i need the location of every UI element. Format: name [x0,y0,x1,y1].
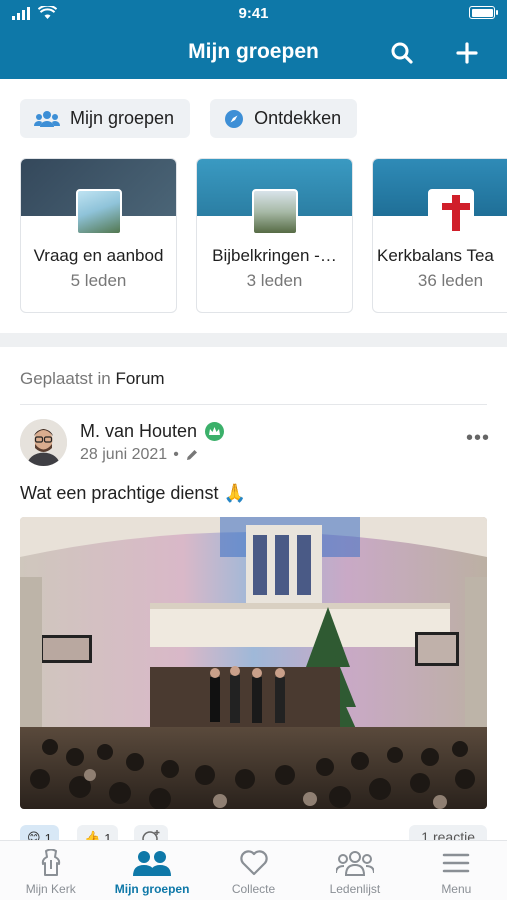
group-name: Kerkbalans Tea [377,246,494,265]
tab-discover-label: Ontdekken [254,108,342,128]
group-thumbnail [427,189,474,235]
nav-label: Ledenlijst [329,882,381,896]
group-member-count: 5 leden [70,271,127,290]
group-carousel: Vraag en aanbod 5 leden Bijbelkringen -…… [20,158,507,313]
group-card[interactable]: Bijbelkringen -… 3 leden [196,158,353,313]
nav-label: Collecte [231,882,276,896]
post-text: Wat een prachtige dienst 🙏 [20,483,246,503]
section-divider [0,333,507,347]
post-date: 28 juni 2021 [80,446,168,463]
group-member-count: 36 leden [417,271,484,290]
tab-my-groups-label: Mijn groepen [70,108,175,128]
nav-label: Mijn groepen [114,882,190,896]
heart-icon [239,850,268,876]
group-thumbnail [251,189,298,235]
nav-label: Mijn Kerk [25,882,76,896]
post-author[interactable]: M. van Houten [80,421,225,442]
page-title: Mijn groepen [188,40,319,63]
author-name: M. van Houten [80,421,198,441]
battery-icon [469,6,498,19]
group-tabs: Mijn groepen Ontdekken [20,99,358,138]
members-icon [335,851,374,876]
nav-collection[interactable]: Collecte [203,841,304,900]
group-card[interactable]: Vraag en aanbod 5 leden [20,158,177,313]
groups-icon [133,851,172,876]
bottom-nav: Mijn Kerk Mijn groepen Collecte Ledenlij… [0,840,507,900]
meta-separator: • [173,446,179,463]
group-thumbnail [75,189,122,235]
hamburger-icon [443,853,470,873]
group-card[interactable]: Kerkbalans Tea 36 leden [372,158,507,313]
users-icon [34,110,60,127]
search-icon[interactable] [387,38,417,68]
tab-my-groups[interactable]: Mijn groepen [20,99,191,138]
app-header: 9:41 Mijn groepen [0,0,507,79]
posted-in: Geplaatst in Forum [20,369,165,389]
divider [20,404,487,405]
nav-my-church[interactable]: Mijn Kerk [0,841,101,900]
post-photo[interactable] [20,517,487,809]
group-member-count: 3 leden [246,271,303,290]
posted-in-prefix: Geplaatst in [20,369,111,388]
nav-members[interactable]: Ledenlijst [304,841,405,900]
post-meta: 28 juni 2021 • [80,446,199,464]
pencil-icon [186,450,197,460]
church-icon [41,849,60,876]
status-time: 9:41 [238,5,269,22]
group-name: Bijbelkringen -… [212,246,337,265]
nav-label: Menu [441,882,472,896]
status-bar: 9:41 [0,0,507,28]
avatar[interactable] [20,419,67,466]
compass-icon [225,109,244,128]
add-icon[interactable] [452,38,482,68]
group-name: Vraag en aanbod [33,246,164,265]
verified-icon [205,422,225,441]
tab-discover[interactable]: Ontdekken [210,99,358,138]
nav-my-groups[interactable]: Mijn groepen [101,841,202,900]
more-options-icon[interactable]: ••• [466,427,490,450]
nav-menu[interactable]: Menu [406,841,507,900]
posted-in-location[interactable]: Forum [115,369,164,388]
